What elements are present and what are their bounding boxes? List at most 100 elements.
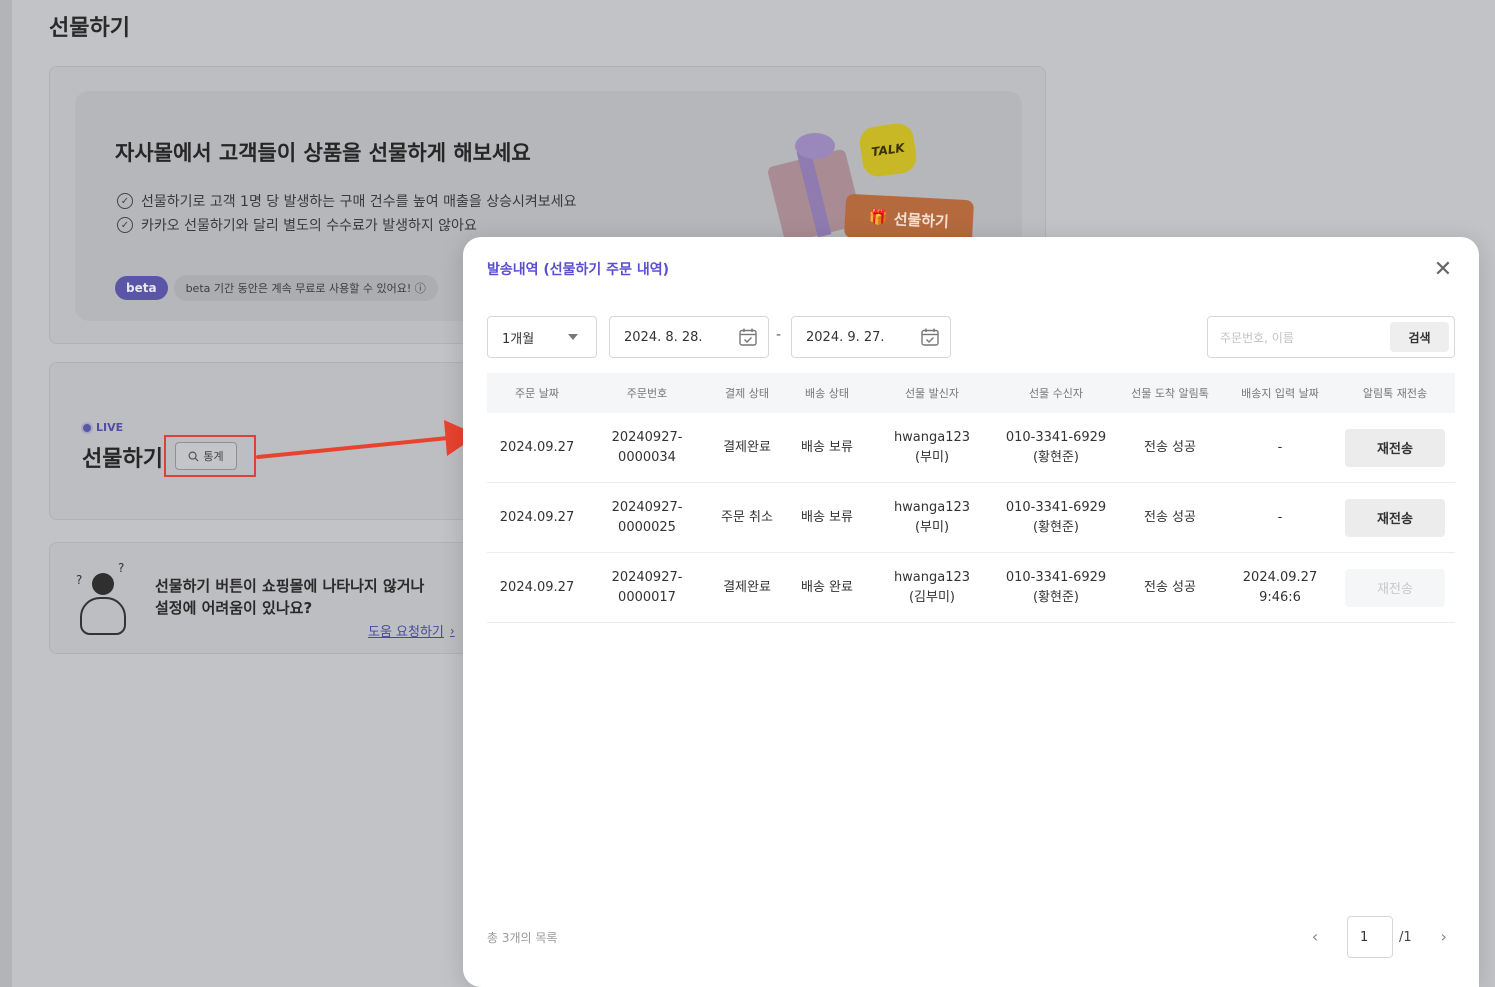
chevron-right-icon[interactable]: › xyxy=(1432,925,1456,949)
period-select[interactable]: 1개월 xyxy=(487,316,597,358)
period-select-value: 1개월 xyxy=(502,331,535,347)
date-from-input[interactable]: 2024. 8. 28. xyxy=(609,316,769,358)
beta-note: beta 기간 동안은 계속 무료로 사용할 수 있어요! ⓘ xyxy=(173,275,438,301)
gift-icon: 🎁 xyxy=(868,207,889,227)
column-header: 알림톡 재전송 xyxy=(1362,387,1428,400)
gift-bow xyxy=(795,133,835,159)
column-header: 선물 수신자 xyxy=(1028,387,1084,400)
page-input[interactable] xyxy=(1347,916,1393,958)
date-to-value: 2024. 9. 27. xyxy=(806,329,885,345)
modal-title: 발송내역 (선물하기 주문 내역) xyxy=(487,262,669,278)
column-header: 배송 상태 xyxy=(805,387,849,400)
page-title: 선물하기 xyxy=(49,16,130,41)
stats-button-label: 통계 xyxy=(203,450,224,463)
address-input-date: - xyxy=(1277,509,1283,525)
help-text: 선물하기 버튼이 쇼핑몰에 나타나지 않거나 설정에 어려움이 있나요? xyxy=(155,575,424,619)
order-number: 20240927- 0000017 xyxy=(611,569,683,605)
order-history-modal: 발송내역 (선물하기 주문 내역) ✕ 1개월 2024. 8. 28. - 2… xyxy=(463,237,1479,987)
help-request-link-label: 도움 요청하기 xyxy=(368,625,444,640)
payment-status: 주문 취소 xyxy=(721,509,773,525)
left-edge xyxy=(0,0,12,987)
shipping-status: 배송 보류 xyxy=(801,439,853,455)
search-box: 검색 xyxy=(1207,316,1455,358)
live-tag: LIVE xyxy=(83,421,123,434)
order-table: 주문 날짜 주문번호 결제 상태 배송 상태 선물 발신자 선물 수신자 선물 … xyxy=(487,373,1455,623)
kakao-talk-icon: TALK xyxy=(857,121,919,179)
chevron-right-icon: › xyxy=(449,623,455,638)
table-row: 2024.09.27 20240927- 0000017 결제완료 배송 완료 h… xyxy=(487,553,1455,623)
search-icon xyxy=(188,451,199,462)
column-header: 선물 발신자 xyxy=(904,387,960,400)
gift-sender: hwanga123 (김부미) xyxy=(893,569,971,605)
close-icon[interactable]: ✕ xyxy=(1431,259,1455,283)
help-request-link[interactable]: 도움 요청하기 › xyxy=(368,621,455,641)
table-header: 주문 날짜 주문번호 결제 상태 배송 상태 선물 발신자 선물 수신자 선물 … xyxy=(487,373,1455,413)
help-text-line: 설정에 어려움이 있나요? xyxy=(155,599,313,617)
pagination: ‹ /1 › xyxy=(1303,916,1456,958)
shipping-status: 배송 완료 xyxy=(801,579,853,595)
promo-bullet: ✓ 카카오 선물하기와 달리 별도의 수수료가 발생하지 않아요 xyxy=(117,215,477,235)
resend-cell: 재전송 xyxy=(1335,568,1455,607)
order-date: 2024.09.27 xyxy=(499,439,575,455)
column-header: 주문번호 xyxy=(626,387,668,400)
address-input-date: 2024.09.27 9:46:6 xyxy=(1242,569,1318,605)
total-count: 총 3개의 목록 xyxy=(487,931,558,945)
column-header: 결제 상태 xyxy=(725,387,769,400)
column-header: 배송지 입력 날짜 xyxy=(1241,387,1319,400)
gift-button-label: 선물하기 xyxy=(893,209,950,231)
address-input-date: - xyxy=(1277,439,1283,455)
promo-bullet: ✓ 선물하기로 고객 1명 당 발생하는 구매 건수를 높여 매출을 상승시켜보… xyxy=(117,191,576,211)
notify-status: 전송 성공 xyxy=(1144,579,1196,595)
table-row: 2024.09.27 20240927- 0000034 결제완료 배송 보류 h… xyxy=(487,413,1455,483)
caret-down-icon xyxy=(568,334,578,340)
calendar-icon[interactable] xyxy=(920,327,940,347)
beta-badge: beta xyxy=(115,276,168,300)
live-dot-icon xyxy=(83,423,91,432)
chevron-left-icon[interactable]: ‹ xyxy=(1303,925,1327,949)
search-button[interactable]: 검색 xyxy=(1390,322,1449,352)
resend-button[interactable]: 재전송 xyxy=(1345,498,1445,537)
payment-status: 결제완료 xyxy=(723,579,771,595)
promo-bullet-text: 카카오 선물하기와 달리 별도의 수수료가 발생하지 않아요 xyxy=(141,218,477,234)
beta-row: beta beta 기간 동안은 계속 무료로 사용할 수 있어요! ⓘ xyxy=(115,275,438,301)
gift-sender: hwanga123 (부미) xyxy=(893,429,971,465)
date-separator: - xyxy=(776,327,782,343)
confused-person-icon: ? ? xyxy=(74,561,134,639)
order-date: 2024.09.27 xyxy=(499,509,575,525)
order-number: 20240927- 0000034 xyxy=(611,429,683,465)
resend-button[interactable]: 재전송 xyxy=(1345,428,1445,467)
promo-headline: 자사몰에서 고객들이 상품을 선물하게 해보세요 xyxy=(115,141,531,165)
shipping-status: 배송 보류 xyxy=(801,509,853,525)
resend-button-disabled: 재전송 xyxy=(1345,568,1445,607)
help-card: ? ? 선물하기 버튼이 쇼핑몰에 나타나지 않거나 설정에 어려움이 있나요?… xyxy=(49,542,469,654)
column-header: 선물 도착 알림톡 xyxy=(1131,387,1209,400)
gift-receiver: 010-3341-6929 (황현준) xyxy=(1005,569,1107,605)
table-row: 2024.09.27 20240927- 0000025 주문 취소 배송 보류 … xyxy=(487,483,1455,553)
help-text-line: 선물하기 버튼이 쇼핑몰에 나타나지 않거나 xyxy=(155,577,425,595)
date-to-input[interactable]: 2024. 9. 27. xyxy=(791,316,951,358)
calendar-icon[interactable] xyxy=(738,327,758,347)
order-number: 20240927- 0000025 xyxy=(611,499,683,535)
promo-bullet-text: 선물하기로 고객 1명 당 발생하는 구매 건수를 높여 매출을 상승시켜보세요 xyxy=(141,194,577,210)
resend-cell: 재전송 xyxy=(1335,428,1455,467)
live-title: 선물하기 xyxy=(82,447,163,472)
order-date: 2024.09.27 xyxy=(499,579,575,595)
gift-sender: hwanga123 (부미) xyxy=(893,499,971,535)
question-mark-icon: ? xyxy=(76,573,83,587)
live-card: LIVE 선물하기 통계 xyxy=(49,362,479,520)
question-mark-icon: ? xyxy=(118,561,125,575)
payment-status: 결제완료 xyxy=(723,439,771,455)
check-circle-icon: ✓ xyxy=(117,193,133,209)
date-from-value: 2024. 8. 28. xyxy=(624,329,703,345)
check-circle-icon: ✓ xyxy=(117,217,133,233)
stats-button[interactable]: 통계 xyxy=(175,442,237,470)
notify-status: 전송 성공 xyxy=(1144,509,1196,525)
page-total: /1 xyxy=(1399,929,1412,945)
search-input[interactable] xyxy=(1220,328,1380,348)
gift-receiver: 010-3341-6929 (황현준) xyxy=(1005,499,1107,535)
notify-status: 전송 성공 xyxy=(1144,439,1196,455)
resend-cell: 재전송 xyxy=(1335,498,1455,537)
column-header: 주문 날짜 xyxy=(515,387,559,400)
live-tag-label: LIVE xyxy=(96,421,124,434)
gift-receiver: 010-3341-6929 (황현준) xyxy=(1005,429,1107,465)
